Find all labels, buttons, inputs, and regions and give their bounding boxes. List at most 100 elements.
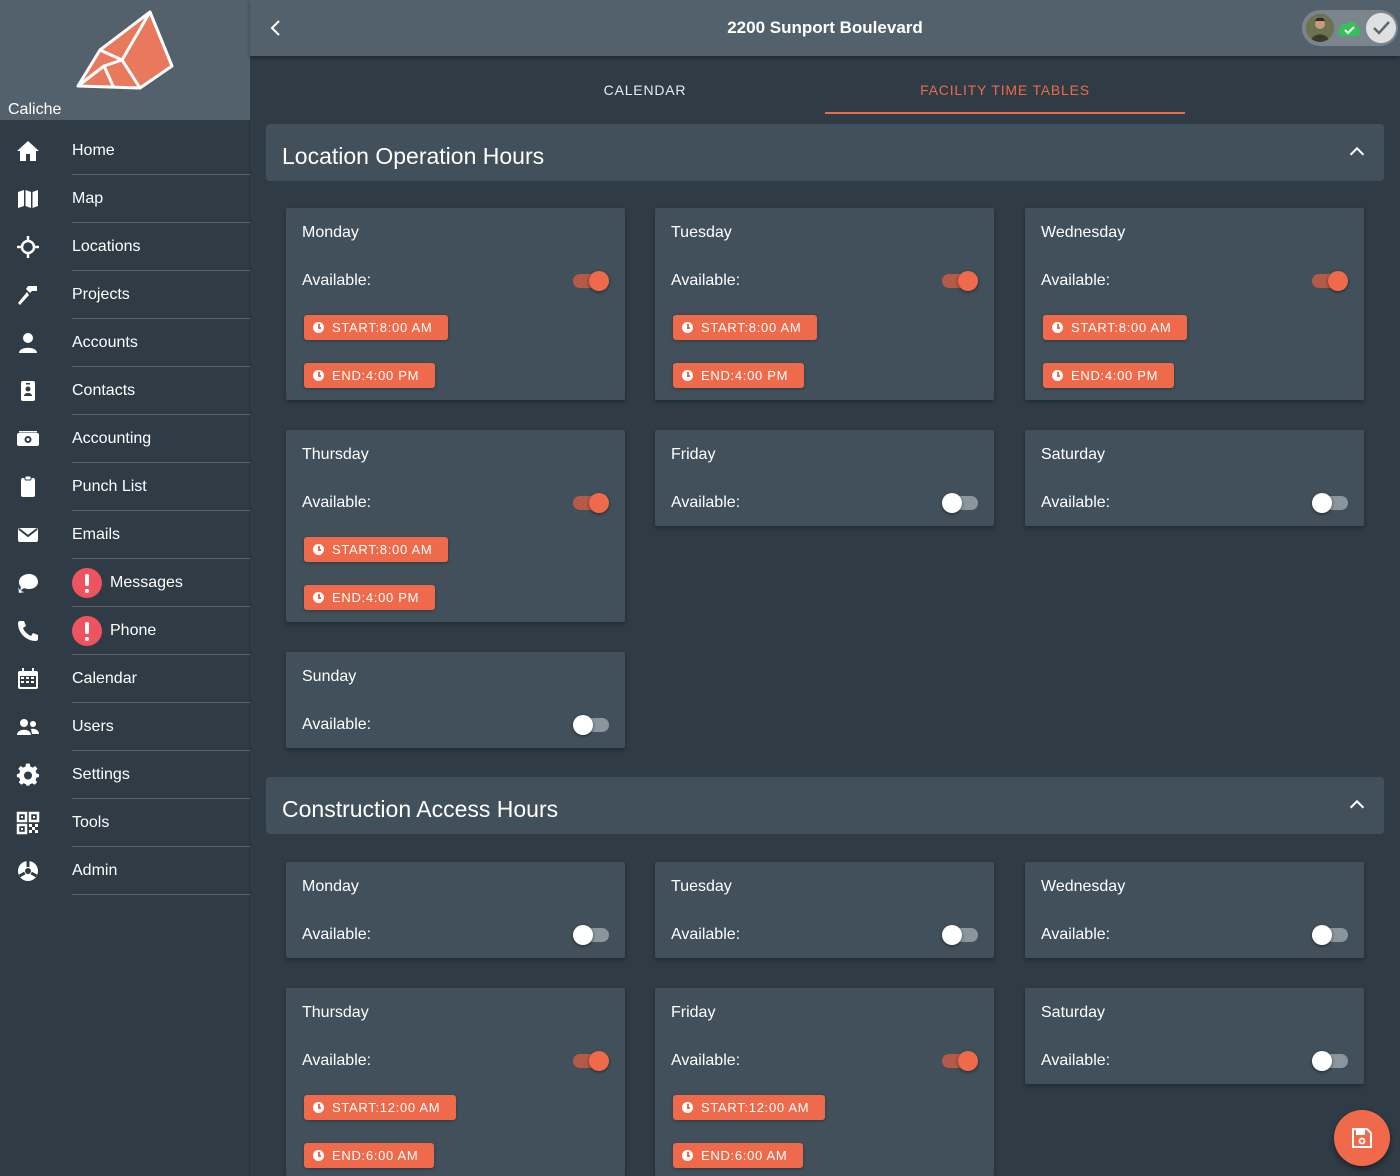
sidebar-item-users[interactable]: Users (0, 703, 250, 751)
sidebar-item-home[interactable]: Home (0, 127, 250, 175)
end-time-button[interactable]: END:4:00 PM (304, 363, 436, 388)
section-header-construction-access-hours[interactable]: Construction Access Hours (266, 777, 1384, 834)
check-circle-icon[interactable] (1366, 13, 1396, 43)
cloud-check-icon (1338, 21, 1361, 36)
available-label: Available: (1041, 1052, 1111, 1069)
clock-icon (682, 370, 693, 381)
available-label: Available: (671, 272, 741, 289)
qr-code-icon (16, 811, 40, 835)
end-time-button[interactable]: END:4:00 PM (673, 363, 805, 388)
sidebar-item-locations[interactable]: Locations (0, 223, 250, 271)
sidebar-nav: Home Map Locations Projects Accounts Con… (0, 127, 250, 895)
sidebar-item-messages[interactable]: Messages (0, 559, 250, 607)
sidebar-item-tools[interactable]: Tools (0, 799, 250, 847)
available-toggle[interactable] (1312, 493, 1348, 513)
start-time-button[interactable]: START:8:00 AM (673, 315, 818, 340)
day-label: Wednesday (1041, 224, 1126, 241)
tab-facility-time-tables[interactable]: FACILITY TIME TABLES (825, 62, 1185, 114)
available-toggle[interactable] (573, 271, 609, 291)
sidebar-item-label: Map (72, 190, 104, 207)
available-toggle[interactable] (573, 715, 609, 735)
sidebar-item-settings[interactable]: Settings (0, 751, 250, 799)
sidebar-item-map[interactable]: Map (0, 175, 250, 223)
save-button[interactable] (1334, 1110, 1390, 1166)
available-toggle[interactable] (1312, 925, 1348, 945)
status-indicators[interactable] (1302, 10, 1398, 46)
available-label: Available: (302, 1052, 372, 1069)
end-time-button[interactable]: END:6:00 AM (673, 1143, 804, 1168)
day-card-friday: Friday Available: START:12:00 AM END:6:0… (655, 988, 994, 1176)
sidebar-item-emails[interactable]: Emails (0, 511, 250, 559)
start-time-button[interactable]: START:8:00 AM (304, 537, 449, 562)
available-toggle[interactable] (942, 1051, 978, 1071)
alert-icon (72, 616, 102, 646)
sidebar-item-calendar[interactable]: Calendar (0, 655, 250, 703)
end-time-button[interactable]: END:4:00 PM (1043, 363, 1175, 388)
start-time-button[interactable]: START:8:00 AM (1043, 315, 1188, 340)
section-title: Location Operation Hours (282, 143, 545, 169)
available-toggle[interactable] (942, 271, 978, 291)
day-card-wednesday: Wednesday Available: START:8:00 AM END:4… (1025, 208, 1364, 400)
end-time-label: END:6:00 AM (332, 1148, 419, 1163)
start-time-label: START:12:00 AM (701, 1100, 810, 1115)
day-label: Saturday (1041, 446, 1106, 463)
money-icon (17, 431, 39, 446)
available-toggle[interactable] (942, 493, 978, 513)
available-label: Available: (1041, 272, 1111, 289)
clock-icon (682, 1102, 693, 1113)
sidebar-item-contacts[interactable]: Contacts (0, 367, 250, 415)
available-toggle[interactable] (573, 493, 609, 513)
logo-area: Caliche (0, 0, 250, 120)
available-toggle[interactable] (573, 1051, 609, 1071)
end-time-button[interactable]: END:6:00 AM (304, 1143, 435, 1168)
avatar[interactable] (1306, 14, 1334, 42)
available-toggle[interactable] (1312, 1051, 1348, 1071)
sidebar-item-accounts[interactable]: Accounts (0, 319, 250, 367)
day-label: Friday (671, 446, 716, 463)
tab-bar: CALENDAR FACILITY TIME TABLES (265, 62, 1385, 114)
available-toggle[interactable] (1312, 271, 1348, 291)
day-card-saturday: Saturday Available: (1025, 988, 1364, 1084)
sidebar-item-label: Emails (72, 526, 121, 543)
available-toggle[interactable] (942, 925, 978, 945)
clipboard-icon (21, 475, 35, 497)
start-time-button[interactable]: START:8:00 AM (304, 315, 449, 340)
divider (72, 894, 250, 895)
page-title: 2200 Sunport Boulevard (727, 18, 923, 37)
day-label: Monday (302, 224, 359, 241)
clock-icon (313, 1150, 324, 1161)
chevron-up-icon[interactable] (1346, 141, 1368, 163)
clock-icon (313, 1102, 324, 1113)
start-time-label: START:8:00 AM (701, 320, 802, 335)
end-time-label: END:4:00 PM (332, 590, 420, 605)
section-header-location-operation-hours[interactable]: Location Operation Hours (266, 124, 1384, 181)
end-time-label: END:4:00 PM (332, 368, 420, 383)
start-time-button[interactable]: START:12:00 AM (673, 1095, 826, 1120)
day-label: Monday (302, 878, 359, 895)
start-time-label: START:12:00 AM (332, 1100, 441, 1115)
sidebar-item-punch-list[interactable]: Punch List (0, 463, 250, 511)
start-time-button[interactable]: START:12:00 AM (304, 1095, 457, 1120)
available-toggle[interactable] (573, 925, 609, 945)
sidebar-item-label: Settings (72, 766, 130, 783)
phone-icon (18, 621, 38, 641)
sidebar-item-projects[interactable]: Projects (0, 271, 250, 319)
available-label: Available: (1041, 926, 1111, 943)
end-time-button[interactable]: END:4:00 PM (304, 585, 436, 610)
end-time-label: END:4:00 PM (1071, 368, 1159, 383)
app-logo (76, 10, 174, 90)
save-icon (1352, 1128, 1372, 1148)
sidebar-item-phone[interactable]: Phone (0, 607, 250, 655)
chevron-up-icon[interactable] (1346, 794, 1368, 816)
sidebar-item-accounting[interactable]: Accounting (0, 415, 250, 463)
map-icon (18, 190, 38, 208)
day-label: Thursday (302, 1004, 369, 1021)
available-label: Available: (302, 926, 372, 943)
tab-calendar[interactable]: CALENDAR (465, 62, 825, 114)
sidebar-item-label: Accounts (72, 334, 138, 351)
sidebar-item-label: Contacts (72, 382, 136, 399)
sidebar: Caliche Home Map Locations Projects Acco… (0, 0, 250, 1176)
user-icon (19, 333, 37, 353)
sidebar-item-admin[interactable]: Admin (0, 847, 250, 895)
sidebar-item-label: Punch List (72, 478, 147, 495)
